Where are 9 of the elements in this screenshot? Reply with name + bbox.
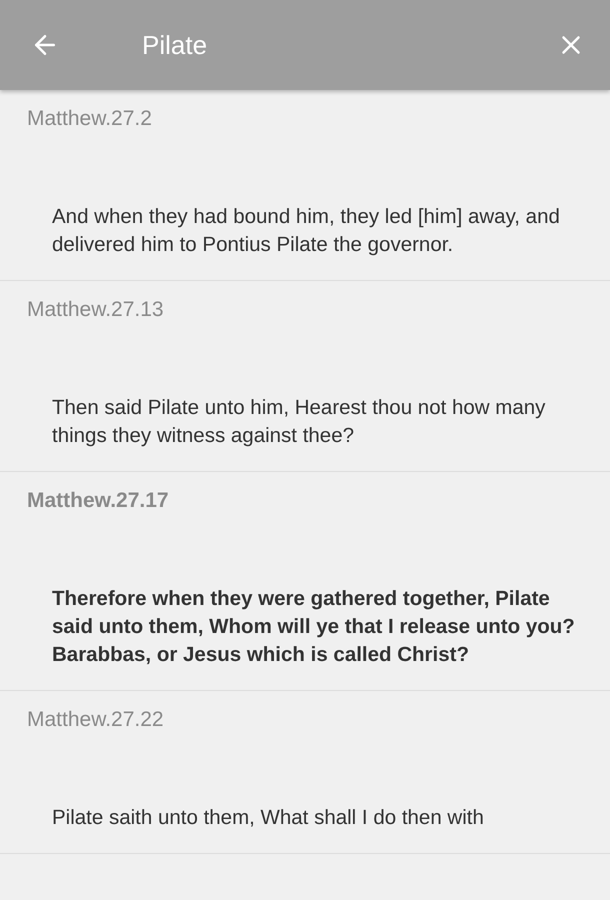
page-title: Pilate (142, 30, 208, 60)
verse-reference: Matthew.27.2 (26, 106, 153, 132)
verse-text[interactable]: Then said Pilate unto him, Hearest thou not how many things they witness against thee? (0, 394, 580, 450)
verse-reference: Matthew.27.13 (26, 297, 165, 323)
verse-reference: Matthew.27.17 (26, 488, 170, 514)
verse-text[interactable]: Therefore when they were gathered together, Pilate said unto them, Whom will ye that I release unto you? Barabbas, or Jesus which is called Christ? (0, 585, 580, 669)
verse-reference: Matthew.27.22 (26, 707, 165, 733)
verse-text[interactable]: And when they had bound him, they led [him] away, and delivered him to Pontius Pilate the governor. (0, 203, 580, 259)
verse-text[interactable]: Pilate saith unto them, What shall I do then with (0, 804, 580, 832)
